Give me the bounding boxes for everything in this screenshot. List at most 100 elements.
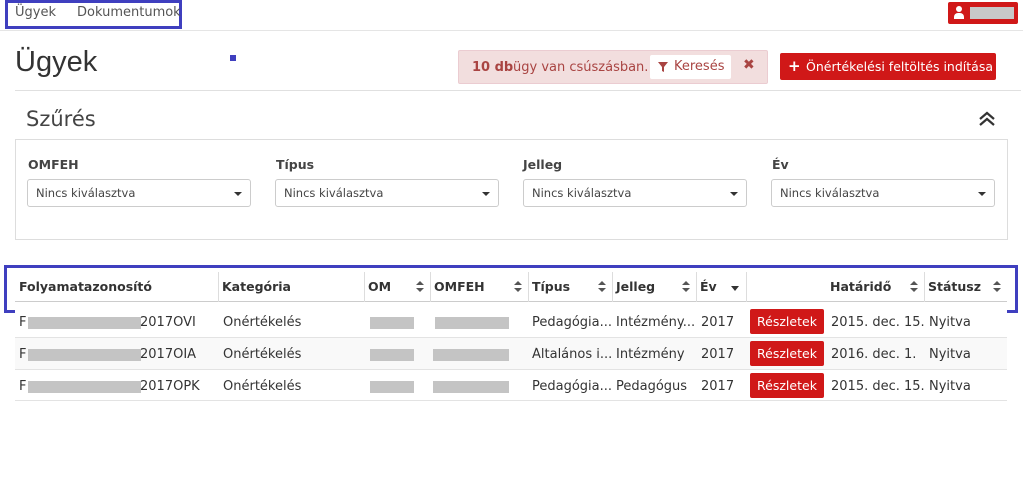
column-separator	[430, 272, 431, 302]
marker-dot	[230, 55, 236, 61]
omfeh-redacted	[435, 317, 509, 329]
tipus-select-value: Nincs kiválasztva	[284, 186, 384, 200]
cell-status: Nyitva	[929, 347, 971, 362]
filter-label-jelleg: Jelleg	[523, 157, 563, 172]
overdue-text: ügy van csúszásban.	[513, 60, 649, 75]
cell-type: Általános i...	[532, 347, 612, 362]
caret-down-icon	[730, 192, 738, 196]
jelleg-select-value: Nincs kiválasztva	[532, 186, 632, 200]
alert-search-label: Keresés	[674, 59, 725, 74]
column-header-jelleg[interactable]: Jelleg	[612, 272, 696, 302]
column-header-statusz[interactable]: Státusz	[924, 272, 1007, 302]
overdue-count: 10 db	[472, 60, 514, 75]
omfeh-select[interactable]: Nincs kiválasztva	[27, 179, 251, 207]
start-button-label: Önértékelési feltöltés indítása	[806, 59, 993, 74]
ev-select-value: Nincs kiválasztva	[780, 186, 880, 200]
cell-id-suffix: 2017OIA	[140, 347, 197, 362]
nav-item-dokumentumok[interactable]: Dokumentumok	[77, 5, 181, 20]
table-row: F 2017OPK Önértékelés Pedagógia... Pedag…	[15, 370, 1007, 401]
omfeh-redacted	[433, 349, 509, 361]
alert-search-button[interactable]: Keresés	[650, 55, 731, 79]
column-separator	[746, 272, 747, 302]
plus-icon: +	[788, 57, 801, 75]
caret-down-icon	[978, 192, 986, 196]
column-header-tipus[interactable]: Típus	[528, 272, 612, 302]
cell-deadline: 2015. dec. 15.	[831, 379, 925, 394]
nav-item-ugyek[interactable]: Ügyek	[15, 5, 56, 20]
jelleg-select[interactable]: Nincs kiválasztva	[523, 179, 747, 207]
cell-nature: Intézmény...	[616, 315, 696, 330]
filter-label-tipus: Típus	[276, 157, 315, 172]
cell-category: Önértékelés	[223, 347, 302, 362]
sort-icon	[416, 281, 424, 293]
column-separator	[612, 272, 613, 302]
filter-label-ev: Év	[772, 157, 789, 172]
sort-icon	[514, 281, 522, 293]
page-title: Ügyek	[15, 46, 98, 78]
details-button[interactable]: Részletek	[750, 341, 824, 366]
column-separator	[528, 272, 529, 302]
column-separator	[218, 272, 219, 302]
id-redacted	[28, 317, 141, 329]
caret-down-icon	[234, 192, 242, 196]
sort-icon	[598, 281, 606, 293]
cell-type: Pedagógia...	[532, 315, 612, 330]
user-name-redacted	[970, 7, 1014, 19]
filter-title: Szűrés	[26, 107, 96, 131]
cell-id-suffix: 2017OVI	[140, 315, 196, 330]
cell-category: Önértékelés	[223, 315, 302, 330]
cell-year: 2017	[701, 347, 735, 362]
omfeh-redacted	[433, 381, 509, 393]
om-redacted	[370, 349, 414, 361]
start-self-evaluation-button[interactable]: + Önértékelési feltöltés indítása	[780, 53, 996, 80]
cell-status: Nyitva	[929, 379, 971, 394]
cell-id-prefix: F	[19, 347, 27, 362]
funnel-icon	[658, 62, 668, 72]
cell-nature: Pedagógus	[616, 379, 688, 394]
cell-year: 2017	[701, 315, 735, 330]
close-icon[interactable]: ✖	[743, 57, 755, 73]
column-header-omfeh[interactable]: OMFEH	[430, 272, 528, 302]
column-separator	[364, 272, 365, 302]
cell-status: Nyitva	[929, 315, 971, 330]
cell-year: 2017	[701, 379, 735, 394]
sort-icon	[682, 281, 690, 293]
cell-id-prefix: F	[19, 315, 27, 330]
cell-id-suffix: 2017OPK	[140, 379, 200, 394]
id-redacted	[28, 349, 141, 361]
user-menu-button[interactable]	[948, 2, 1018, 24]
column-header-hatarido[interactable]: Határidő	[826, 272, 924, 302]
overdue-alert: 10 db ügy van csúszásban. Keresés ✖	[458, 50, 768, 84]
column-separator	[924, 272, 925, 302]
column-separator	[696, 272, 697, 302]
sort-descending-icon	[731, 286, 739, 291]
cell-type: Pedagógia...	[532, 379, 612, 394]
sort-icon	[993, 281, 1001, 293]
sort-icon	[910, 281, 918, 293]
column-header-ev[interactable]: Év	[696, 272, 746, 302]
id-redacted	[28, 381, 141, 393]
caret-down-icon	[482, 192, 490, 196]
column-header-actions	[746, 272, 826, 302]
top-navbar: Ügyek Dokumentumok	[0, 0, 1023, 31]
tipus-select[interactable]: Nincs kiválasztva	[275, 179, 499, 207]
filter-label-omfeh: OMFEH	[28, 157, 79, 172]
details-button[interactable]: Részletek	[750, 309, 824, 334]
om-redacted	[370, 381, 414, 393]
header-divider	[15, 90, 1021, 91]
cell-nature: Intézmény	[616, 347, 685, 362]
cell-deadline: 2015. dec. 15.	[831, 315, 925, 330]
table-row: F 2017OVI Önértékelés Pedagógia... Intéz…	[15, 306, 1007, 338]
column-header-om[interactable]: OM	[364, 272, 430, 302]
om-redacted	[370, 317, 414, 329]
omfeh-select-value: Nincs kiválasztva	[36, 186, 136, 200]
table-row: F 2017OIA Önértékelés Általános i... Int…	[15, 338, 1007, 370]
column-header-folyamatazonosito[interactable]: Folyamatazonosító	[15, 272, 218, 302]
cell-deadline: 2016. dec. 1.	[831, 347, 917, 362]
double-chevron-up-icon[interactable]	[978, 111, 996, 127]
ev-select[interactable]: Nincs kiválasztva	[771, 179, 995, 207]
column-header-kategoria[interactable]: Kategória	[218, 272, 364, 302]
user-icon	[954, 6, 964, 20]
details-button[interactable]: Részletek	[750, 373, 824, 398]
cell-category: Önértékelés	[223, 379, 302, 394]
